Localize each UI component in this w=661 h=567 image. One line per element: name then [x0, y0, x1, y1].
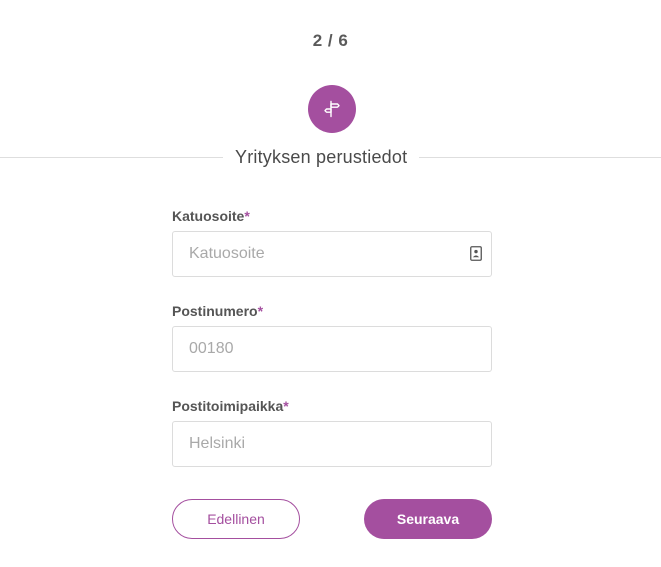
registration-form-page: 2 / 6 Yrityksen perustiedot Katuosoite* …: [0, 0, 661, 567]
signpost-icon: [308, 85, 356, 133]
required-marker: *: [283, 398, 289, 414]
previous-button-label: Edellinen: [207, 511, 265, 527]
next-button[interactable]: Seuraava: [364, 499, 492, 539]
section-title: Yrityksen perustiedot: [223, 145, 420, 169]
street-address-input[interactable]: [172, 231, 492, 277]
step-counter: 2 / 6: [312, 31, 349, 50]
city-label: Postitoimipaikka*: [172, 398, 289, 414]
previous-button[interactable]: Edellinen: [172, 499, 300, 539]
required-marker: *: [244, 208, 250, 224]
postal-code-label: Postinumero*: [172, 303, 263, 319]
required-marker: *: [257, 303, 264, 319]
city-input[interactable]: [172, 421, 492, 467]
contact-card-icon[interactable]: [470, 246, 482, 261]
postal-code-label-text: Postinumero: [172, 303, 258, 319]
street-address-label: Katuosoite*: [172, 208, 250, 224]
postal-code-input[interactable]: [172, 326, 492, 372]
next-button-label: Seuraava: [396, 511, 460, 527]
street-address-label-text: Katuosoite: [172, 208, 245, 224]
city-label-text: Postitoimipaikka: [172, 398, 284, 414]
